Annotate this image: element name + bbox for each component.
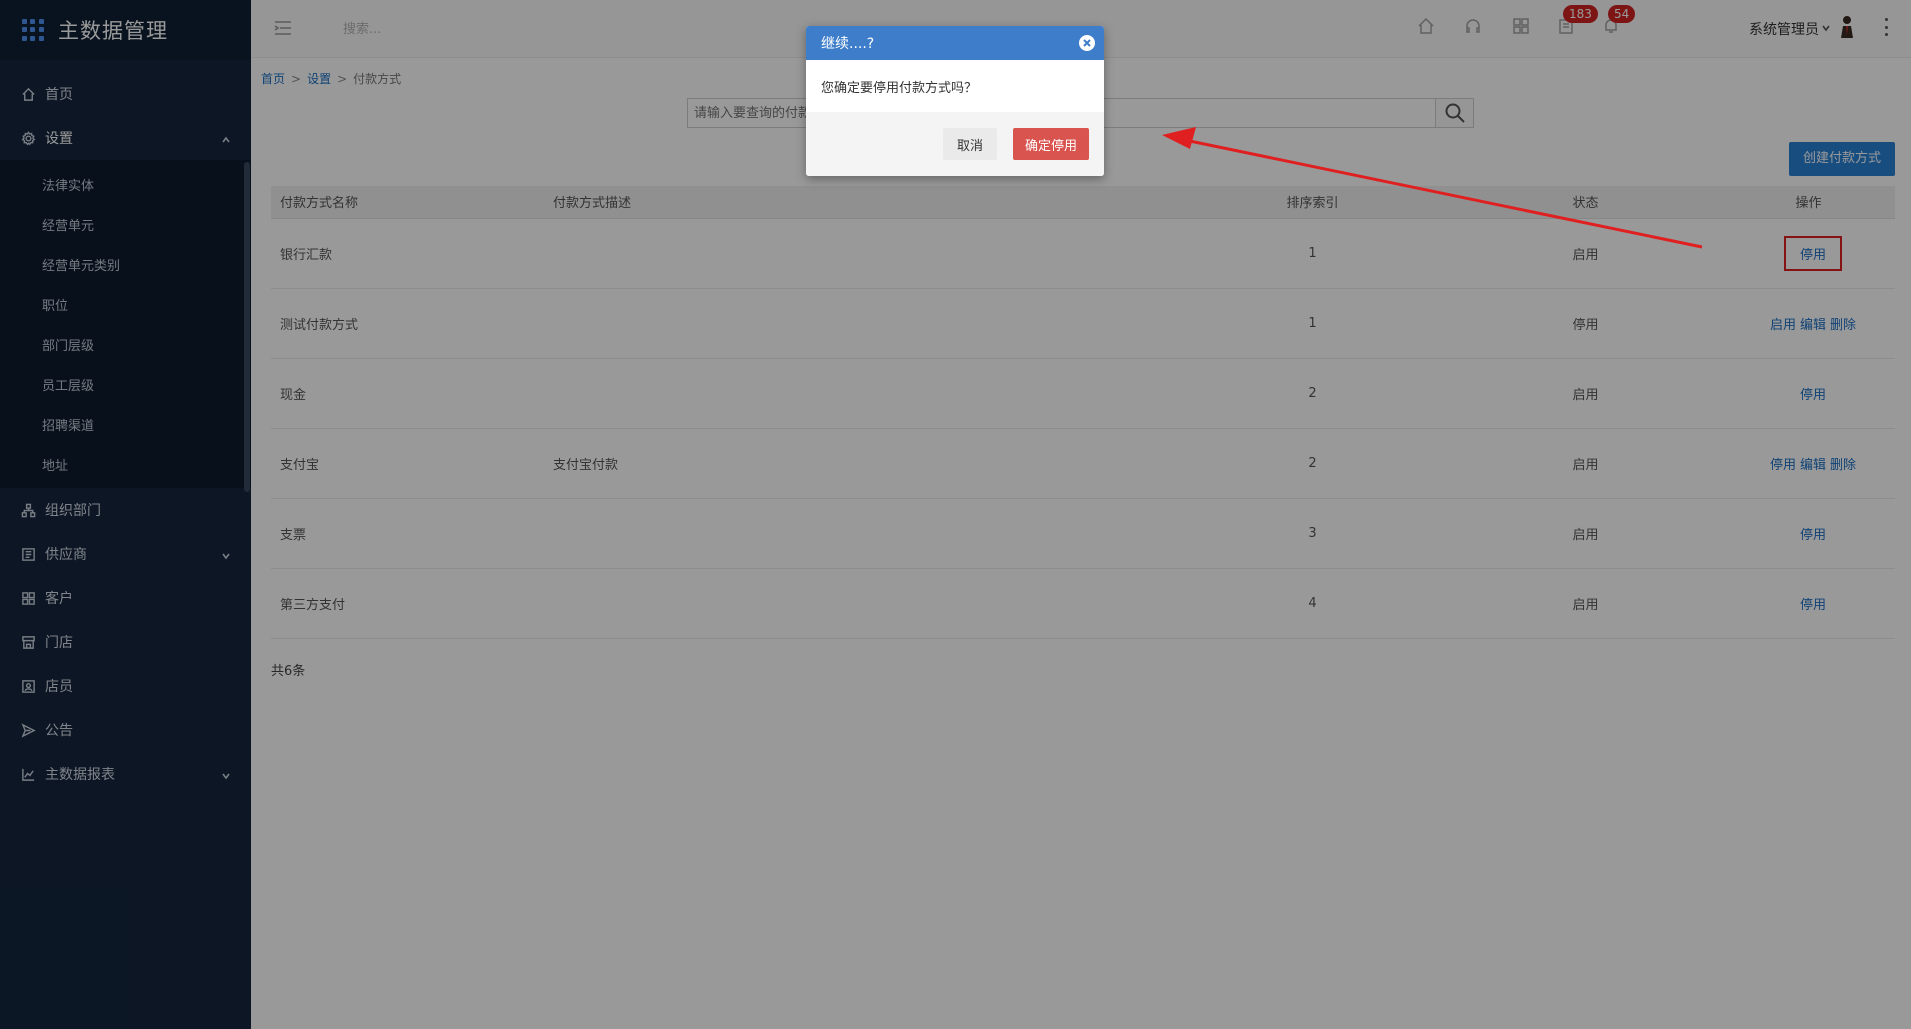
dialog-footer: 取消 确定停用 — [806, 112, 1104, 176]
dialog-header: 继续....? — [806, 26, 1104, 60]
cancel-button[interactable]: 取消 — [942, 128, 997, 160]
close-icon[interactable] — [1079, 35, 1095, 51]
dialog-title: 继续....? — [821, 36, 875, 52]
dialog-message: 您确定要停用付款方式吗？ — [821, 81, 978, 96]
confirm-disable-button[interactable]: 确定停用 — [1012, 128, 1089, 160]
confirm-dialog: 继续....? 您确定要停用付款方式吗？ 取消 确定停用 — [806, 26, 1104, 176]
